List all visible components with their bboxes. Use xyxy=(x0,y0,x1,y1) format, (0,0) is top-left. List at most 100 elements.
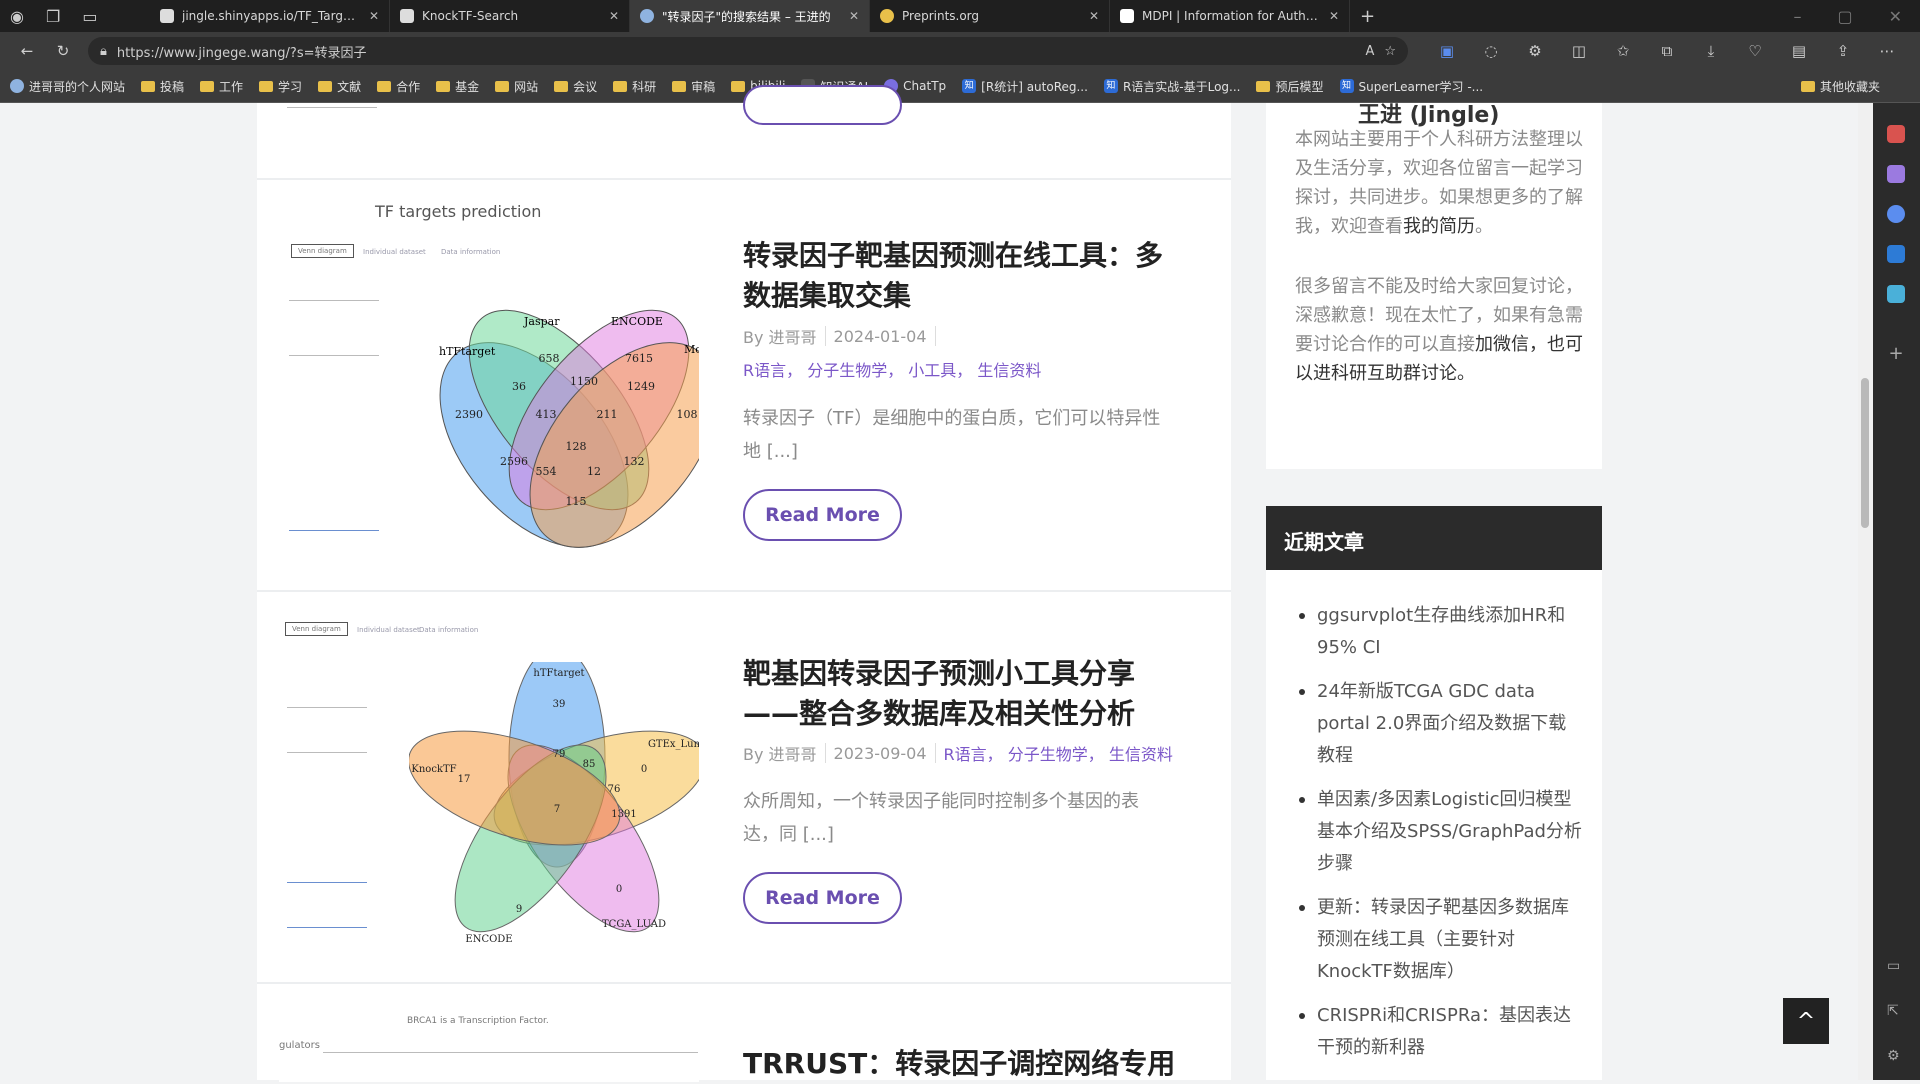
recent-post-link[interactable]: ggsurvplot生存曲线添加HR和95% CI xyxy=(1295,600,1582,664)
thumb-remnant xyxy=(287,107,377,108)
post-title[interactable]: 靶基因转录因子预测小工具分享——整合多数据库及相关性分析 xyxy=(743,654,1163,734)
settings-icon[interactable]: ⚙ xyxy=(1887,1048,1905,1066)
add-icon[interactable]: + xyxy=(1887,343,1905,364)
bookmark[interactable]: 知 R语言实战-基于Log... xyxy=(1103,78,1240,95)
extension-icon[interactable]: ▣ xyxy=(1436,42,1458,60)
venn-value: 2390 xyxy=(455,408,483,421)
post-thumbnail[interactable]: Venn diagram Individual dataset Data inf… xyxy=(279,612,699,967)
post-categories[interactable]: R语言， 分子生物学， 生信资料 xyxy=(944,741,1173,765)
read-aloud-icon[interactable]: A xyxy=(1365,44,1374,59)
split-screen-icon[interactable]: ◫ xyxy=(1568,42,1590,60)
favorite-star-icon[interactable]: ☆ xyxy=(1384,44,1396,59)
tab-bar: ◉ ❐ ▭ jingle.shinyapps.io/TF_Target_Fi ✕ Kn… xyxy=(0,0,1920,32)
page-scrollbar[interactable] xyxy=(1858,103,1873,1080)
bookmark-folder[interactable]: 学习 xyxy=(259,78,302,95)
bookmark[interactable]: 知 SuperLearner学习 -... xyxy=(1339,78,1483,95)
external-link-icon[interactable]: ⇱ xyxy=(1887,1003,1905,1021)
bookmark-folder[interactable]: 工作 xyxy=(200,78,243,95)
scrollbar-thumb[interactable] xyxy=(1861,378,1869,528)
copilot-icon[interactable] xyxy=(1887,205,1905,223)
post-author[interactable]: By 进哥哥 xyxy=(743,324,817,348)
close-icon[interactable]: ✕ xyxy=(369,9,379,23)
bookmarks-bar: 进哥哥的个人网站 投稿 工作 学习 文献 合作 基金 网站 会议 科研 审稿 b… xyxy=(0,70,1920,103)
slider xyxy=(289,530,379,531)
post-author[interactable]: By 进哥哥 xyxy=(743,741,817,765)
profile-icon[interactable]: ◉ xyxy=(10,7,24,26)
bookmark-folder[interactable]: 会议 xyxy=(554,78,597,95)
bookmark-folder[interactable]: 合作 xyxy=(377,78,420,95)
bookmark-folder[interactable]: 预后模型 xyxy=(1256,78,1324,95)
about-text: 本网站主要用于个人科研方法整理以及生活分享，欢迎各位留言一起学习探讨，共同进步。… xyxy=(1295,125,1585,241)
venn-value: 7 xyxy=(554,804,560,815)
collections-icon[interactable]: ⧉ xyxy=(1656,42,1678,60)
bookmark-folder[interactable]: 投稿 xyxy=(141,78,184,95)
extension-icon[interactable]: ◌ xyxy=(1480,42,1502,60)
post-title[interactable]: TRRUST：转录因子调控网络专用 xyxy=(743,1044,1213,1084)
venn-label: Jaspar xyxy=(523,315,560,328)
tab-mdpi[interactable]: MDPI | Information for Authors ✕ xyxy=(1110,0,1350,32)
bookmark-folder[interactable]: 文献 xyxy=(318,78,361,95)
venn-label: hTFtarget xyxy=(533,668,584,679)
folder-icon xyxy=(731,80,746,92)
slider xyxy=(289,300,379,301)
back-to-top-button[interactable]: ^ xyxy=(1783,998,1829,1044)
bookmark-folder[interactable]: 科研 xyxy=(613,78,656,95)
share-icon[interactable]: ⇪ xyxy=(1832,42,1854,60)
bookmark-folder[interactable]: 网站 xyxy=(495,78,538,95)
post-thumbnail[interactable]: TF targets prediction Venn diagram Indiv… xyxy=(279,190,699,570)
tab-search-results[interactable]: "转录因子"的搜索结果 – 王进的 ✕ xyxy=(630,0,870,32)
close-window-icon[interactable]: ✕ xyxy=(1889,7,1902,26)
about-text-2: 很多留言不能及时给大家回复讨论，深感歉意！现在太忙了，如果有急需要讨论合作的可以… xyxy=(1295,272,1585,388)
post-categories[interactable]: R语言， 分子生物学， 小工具， 生信资料 xyxy=(743,357,1041,381)
sidebar-icon[interactable]: ▤ xyxy=(1788,42,1810,60)
workspaces-icon[interactable]: ❐ xyxy=(46,7,60,26)
extensions-icon[interactable]: ⚙ xyxy=(1524,42,1546,60)
venn-value: 36 xyxy=(512,380,526,393)
recent-post-link[interactable]: 更新：转录因子靶基因多数据库预测在线工具（主要针对KnockTF数据库） xyxy=(1295,892,1582,988)
close-icon[interactable]: ✕ xyxy=(609,9,619,23)
close-icon[interactable]: ✕ xyxy=(849,9,859,23)
post-thumbnail[interactable]: BRCA1 is a Transcription Factor. gulator… xyxy=(279,994,699,1082)
back-icon[interactable]: ← xyxy=(16,42,38,60)
refresh-icon[interactable]: ↻ xyxy=(52,42,74,60)
more-icon[interactable]: ⋯ xyxy=(1876,42,1898,60)
recent-post-link[interactable]: 单因素/多因素Logistic回归模型基本介绍及SPSS/GraphPad分析步… xyxy=(1295,784,1582,880)
tab-preprints[interactable]: Preprints.org ✕ xyxy=(870,0,1110,32)
tab-actions-icon[interactable]: ▭ xyxy=(82,7,97,26)
bookmark-label: 预后模型 xyxy=(1275,79,1324,94)
send-icon[interactable] xyxy=(1887,285,1905,303)
bookmark-folder[interactable]: 审稿 xyxy=(672,78,715,95)
close-icon[interactable]: ✕ xyxy=(1329,9,1339,23)
read-more-button[interactable]: Read More xyxy=(743,489,902,541)
games-icon[interactable] xyxy=(1887,165,1905,183)
resume-link[interactable]: 我的简历 xyxy=(1403,216,1475,237)
post-title[interactable]: 转录因子靶基因预测在线工具：多数据集取交集 xyxy=(743,236,1183,316)
divider xyxy=(824,326,826,346)
minimize-icon[interactable]: – xyxy=(1793,7,1801,26)
bookmark-folder[interactable]: 基金 xyxy=(436,78,479,95)
recent-post-link[interactable]: 24年新版TCGA GDC data portal 2.0界面介绍及数据下载教程 xyxy=(1295,676,1582,772)
new-tab-button[interactable]: + xyxy=(1360,6,1375,27)
outlook-icon[interactable] xyxy=(1887,245,1905,263)
tools-icon[interactable] xyxy=(1887,125,1905,143)
maximize-icon[interactable]: ▢ xyxy=(1837,7,1852,26)
favorites-icon[interactable]: ✩ xyxy=(1612,42,1634,60)
venn-value: 9 xyxy=(516,904,522,915)
read-more-button-previous[interactable] xyxy=(743,85,902,125)
post-excerpt: 转录因子（TF）是细胞中的蛋白质，它们可以特异性地 [...] xyxy=(743,408,1161,462)
recent-post-link[interactable]: CRISPRi和CRISPRa：基因表达干预的新利器 xyxy=(1295,1000,1582,1064)
bookmark[interactable]: 知 [R统计] autoReg... xyxy=(962,78,1088,95)
bookmark[interactable]: 进哥哥的个人网站 xyxy=(10,78,125,95)
other-bookmarks[interactable]: 其他收藏夹 xyxy=(1800,78,1880,95)
read-more-button[interactable]: Read More xyxy=(743,872,902,924)
download-icon[interactable]: ⤓ xyxy=(1700,42,1722,60)
screenshot-icon[interactable]: ▭ xyxy=(1887,958,1905,976)
url-text[interactable]: https://www.jingege.wang/?s=转录因子 xyxy=(117,42,1356,61)
tab-shinyapps[interactable]: jingle.shinyapps.io/TF_Target_Fi ✕ xyxy=(150,0,390,32)
venn-value: 0 xyxy=(616,884,622,895)
folder-icon xyxy=(613,80,628,92)
tab-knocktf[interactable]: KnockTF-Search ✕ xyxy=(390,0,630,32)
address-bar[interactable]: 🔒︎ https://www.jingege.wang/?s=转录因子 A ☆ xyxy=(88,37,1408,65)
close-icon[interactable]: ✕ xyxy=(1089,9,1099,23)
performance-icon[interactable]: ♡ xyxy=(1744,42,1766,60)
